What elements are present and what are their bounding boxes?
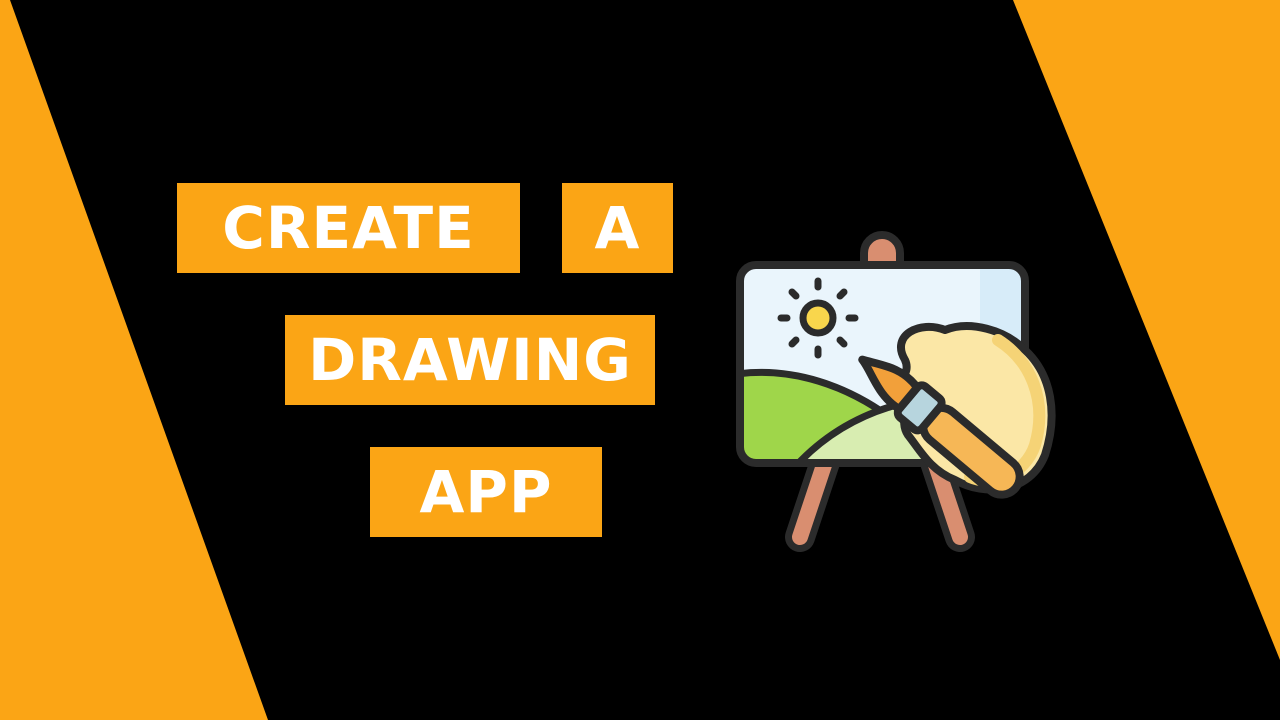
title-word-create: CREATE	[177, 183, 520, 273]
title-word-drawing-text: DRAWING	[308, 326, 632, 394]
left-orange-stripe	[0, 0, 268, 720]
thumbnail-canvas: CREATE A DRAWING APP	[0, 0, 1280, 720]
title-word-a-text: A	[594, 194, 641, 262]
title-word-app: APP	[370, 447, 602, 537]
easel-painting-icon	[736, 231, 1056, 552]
title-word-create-text: CREATE	[222, 194, 475, 262]
title-word-a: A	[562, 183, 673, 273]
title-word-drawing: DRAWING	[285, 315, 655, 405]
title-word-app-text: APP	[419, 458, 553, 526]
